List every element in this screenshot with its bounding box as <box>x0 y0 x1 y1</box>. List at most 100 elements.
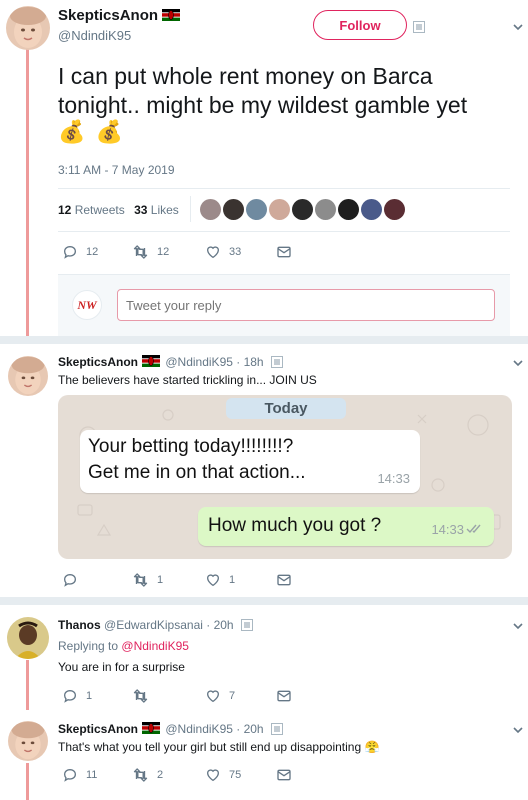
thread-line <box>26 48 29 338</box>
thread-line <box>26 660 29 710</box>
avatar[interactable] <box>8 721 48 761</box>
avatar[interactable] <box>7 617 49 659</box>
tweet-stats: 12 Retweets 33 Likes <box>58 203 179 217</box>
user-avatar[interactable]: NW <box>72 290 102 320</box>
liker-avatar[interactable] <box>200 199 221 220</box>
avatar[interactable] <box>8 356 48 396</box>
handle-time[interactable]: @EdwardKipsanai · 20h <box>104 618 234 632</box>
tweet-text: You are in for a surprise <box>58 660 185 674</box>
incoming-message-line: Your betting today!!!!!!!!? <box>88 436 294 457</box>
display-name[interactable]: SkepticsAnon <box>58 355 138 369</box>
outgoing-message: How much you got ? 14:33 <box>198 507 494 546</box>
tweet-timestamp[interactable]: 3:11 AM - 7 May 2019 <box>58 163 175 177</box>
liker-avatar[interactable] <box>384 199 405 220</box>
kenya-flag-icon <box>142 355 160 367</box>
dm-action[interactable] <box>276 244 292 260</box>
like-action[interactable]: 33 <box>205 244 241 260</box>
chat-day-pill: Today <box>226 398 346 419</box>
envelope-icon <box>276 244 292 260</box>
reply-action[interactable]: 1 <box>62 688 92 704</box>
tweet-text: That's what you tell your girl but still… <box>58 740 380 754</box>
liker-avatar[interactable] <box>361 199 382 220</box>
like-action[interactable]: 7 <box>205 688 235 704</box>
display-name[interactable]: SkepticsAnon <box>58 7 158 24</box>
liker-avatars <box>200 199 405 221</box>
translate-badge-icon <box>413 20 425 38</box>
likes-count[interactable]: 33 <box>134 203 147 217</box>
likes-label[interactable]: Likes <box>151 203 179 217</box>
avatar[interactable] <box>6 6 50 50</box>
incoming-message: Your betting today!!!!!!!!? Get me in on… <box>80 430 420 493</box>
liker-avatar[interactable] <box>292 199 313 220</box>
retweet-action[interactable]: 1 <box>132 572 163 588</box>
retweet-icon <box>132 244 149 260</box>
like-action[interactable]: 75 <box>205 767 241 783</box>
chevron-down-icon[interactable] <box>513 725 523 735</box>
reply-action[interactable]: 11 <box>62 767 97 783</box>
follow-button-label: Follow <box>339 17 381 33</box>
outgoing-message-time: 14:33 <box>431 522 464 537</box>
double-check-icon <box>466 524 481 534</box>
follow-button[interactable]: Follow <box>313 10 407 40</box>
dm-action[interactable] <box>276 688 292 704</box>
dm-action[interactable] <box>276 767 292 783</box>
chevron-down-icon[interactable] <box>513 621 523 631</box>
heart-icon <box>205 572 221 588</box>
handle-time[interactable]: @NdindiK95 · 20h <box>165 722 263 736</box>
heart-icon <box>205 244 221 260</box>
tweet-text: I can put whole rent money on Barca toni… <box>58 63 468 118</box>
chevron-down-icon[interactable] <box>513 358 523 368</box>
incoming-message-time: 14:33 <box>377 471 410 486</box>
reply-icon <box>62 688 78 704</box>
kenya-flag-icon <box>162 9 180 21</box>
chat-screenshot[interactable]: Today Your betting today!!!!!!!!? Get me… <box>58 395 512 559</box>
handle-time[interactable]: @NdindiK95 · 18h <box>165 355 263 369</box>
liker-avatar[interactable] <box>223 199 244 220</box>
display-name[interactable]: SkepticsAnon <box>58 722 138 736</box>
retweets-count[interactable]: 12 <box>58 203 71 217</box>
liker-avatar[interactable] <box>269 199 290 220</box>
reply-icon <box>62 244 78 260</box>
retweet-icon <box>132 688 149 704</box>
user-avatar-logo: NW <box>77 297 97 312</box>
reply-icon <box>62 572 78 588</box>
reply-count: 11 <box>86 769 98 781</box>
translate-badge-icon <box>271 723 283 735</box>
handle[interactable]: @NdindiK95 <box>58 28 131 43</box>
envelope-icon <box>276 767 292 783</box>
tweet-text: The believers have started trickling in.… <box>58 373 317 387</box>
retweet-count: 12 <box>157 246 170 258</box>
envelope-icon <box>276 572 292 588</box>
liker-avatar[interactable] <box>246 199 267 220</box>
heart-icon <box>205 688 221 704</box>
outgoing-message-text: How much you got ? <box>208 515 382 536</box>
reply-count: 1 <box>86 690 93 702</box>
chevron-down-icon[interactable] <box>513 22 523 32</box>
retweet-count: 1 <box>157 574 164 586</box>
like-count: 33 <box>229 246 242 258</box>
retweet-icon <box>132 572 149 588</box>
reply-action[interactable]: 12 <box>62 244 98 260</box>
replying-to-link[interactable]: @NdindiK95 <box>121 639 189 653</box>
like-count: 1 <box>229 574 236 586</box>
like-count: 7 <box>229 690 236 702</box>
retweet-action[interactable]: 2 <box>132 767 163 783</box>
heart-icon <box>205 767 221 783</box>
retweet-action[interactable]: 12 <box>132 244 169 260</box>
retweets-label[interactable]: Retweets <box>75 203 125 217</box>
chat-day-label: Today <box>264 400 308 417</box>
display-name[interactable]: Thanos <box>58 618 101 632</box>
liker-avatar[interactable] <box>338 199 359 220</box>
reply-action[interactable] <box>62 572 86 588</box>
retweet-icon <box>132 767 149 783</box>
retweet-action[interactable] <box>132 688 157 704</box>
like-count: 75 <box>229 769 242 781</box>
reply-icon <box>62 767 78 783</box>
dm-action[interactable] <box>276 572 292 588</box>
translate-badge-icon <box>241 619 253 631</box>
liker-avatar[interactable] <box>315 199 336 220</box>
reply-input[interactable] <box>117 289 495 321</box>
like-action[interactable]: 1 <box>205 572 235 588</box>
reply-count: 12 <box>86 246 99 258</box>
incoming-message-line: Get me in on that action... <box>88 462 306 483</box>
